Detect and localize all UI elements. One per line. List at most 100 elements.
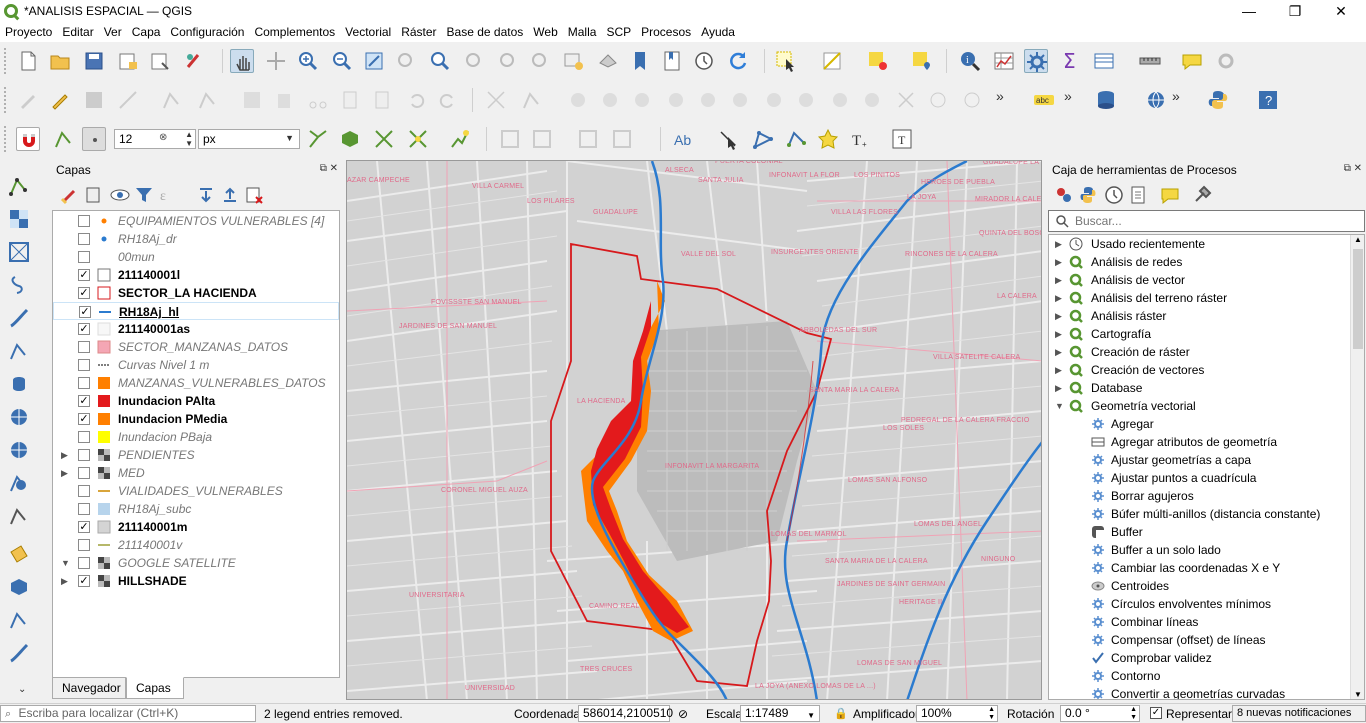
layer-row[interactable]: RH18Aj_dr	[53, 230, 339, 248]
filter-legend-icon[interactable]	[132, 183, 156, 207]
processing-scrollbar[interactable]: ▲ ▼	[1350, 235, 1364, 699]
pan-to-selection-icon[interactable]	[264, 49, 288, 73]
offset-curve-icon[interactable]	[762, 88, 786, 112]
lock-scale-icon[interactable]: 🔒	[834, 707, 848, 720]
layer-row[interactable]: ✓ 211140001m	[53, 518, 339, 536]
pan-map-icon[interactable]	[230, 49, 254, 73]
processing-group[interactable]: ▼ Geometría vectorial	[1049, 397, 1349, 415]
merge-attributes-icon[interactable]	[894, 88, 918, 112]
history-icon[interactable]	[1102, 183, 1126, 207]
label-tool-icon[interactable]: abc	[1032, 88, 1056, 112]
layer-visibility-checkbox[interactable]	[78, 485, 90, 497]
add-gps-layer-icon[interactable]	[7, 306, 31, 330]
layer-row[interactable]: ▼ GOOGLE SATELLITE	[53, 554, 339, 572]
redo-icon[interactable]	[436, 88, 460, 112]
layer-visibility-checkbox[interactable]	[78, 359, 90, 371]
toolbar-grip[interactable]	[4, 48, 8, 74]
menu-malla[interactable]: Malla	[563, 22, 602, 39]
layer-row[interactable]: ▶ MED	[53, 464, 339, 482]
menu-procesos[interactable]: Procesos	[636, 22, 696, 39]
add-wfs-icon[interactable]	[7, 471, 31, 495]
layer-row[interactable]: 00mun	[53, 248, 339, 266]
toolbar-grip[interactable]	[4, 126, 8, 152]
layer-visibility-checkbox[interactable]	[78, 251, 90, 263]
web-plugin-icon[interactable]	[1144, 88, 1168, 112]
spin-arrows-icon[interactable]: ▲ ▼	[185, 130, 193, 148]
remove-layer-icon[interactable]	[242, 183, 266, 207]
layer-row[interactable]: ✓ Inundacion PMedia	[53, 410, 339, 428]
zoom-native-icon[interactable]	[462, 49, 486, 73]
zoom-to-selection-icon[interactable]	[394, 49, 418, 73]
maximize-button[interactable]: ❐	[1272, 1, 1318, 21]
spin-arrows-icon[interactable]: ▲ ▼	[1130, 706, 1137, 722]
add-delimited-text-icon[interactable]	[7, 273, 31, 297]
add-spatialite-icon[interactable]	[7, 339, 31, 363]
layer-row[interactable]: ▶ PENDIENTES	[53, 446, 339, 464]
show-bookmarks-icon[interactable]	[660, 49, 684, 73]
add-virtual-layer-icon[interactable]	[7, 504, 31, 528]
toggle-editing-icon[interactable]	[48, 88, 72, 112]
expand-arrow-icon[interactable]: ▶	[1055, 343, 1062, 361]
layer-visibility-checkbox[interactable]	[78, 233, 90, 245]
new-3d-view-icon[interactable]	[596, 49, 620, 73]
add-vector-layer-icon[interactable]	[7, 174, 31, 198]
rotate-label-icon[interactable]	[784, 127, 808, 151]
zoom-last-icon[interactable]	[496, 49, 520, 73]
layer-row-selected[interactable]: ✓ RH18Aj_hl	[53, 302, 339, 320]
results-viewer-icon[interactable]	[1126, 183, 1150, 207]
merge-features-icon[interactable]	[860, 88, 884, 112]
processing-group[interactable]: ▶ Creación de ráster	[1049, 343, 1349, 361]
processing-algorithm[interactable]: Ajustar geometrías a capa	[1049, 451, 1349, 469]
modify-attributes-icon[interactable]	[196, 88, 220, 112]
open-table-icon[interactable]	[1092, 49, 1116, 73]
snapping-magnet-icon[interactable]	[16, 127, 40, 151]
vertex-tool-icon[interactable]	[160, 88, 184, 112]
intersection-snapping-icon[interactable]	[406, 127, 430, 151]
processing-toolbox-icon[interactable]	[1024, 49, 1048, 73]
expand-arrow-icon[interactable]: ▶	[1055, 379, 1062, 397]
options-icon[interactable]	[1190, 183, 1214, 207]
magnifier-spinbox[interactable]: 100% ▲ ▼	[916, 705, 998, 722]
open-styling-icon[interactable]	[58, 183, 82, 207]
temporal-controller-icon[interactable]	[692, 49, 716, 73]
save-project-icon[interactable]	[82, 49, 106, 73]
new-geopackage-icon[interactable]	[7, 575, 31, 599]
expand-arrow-icon[interactable]: ▶	[1055, 307, 1062, 325]
split-features-icon[interactable]	[794, 88, 818, 112]
new-shapefile-icon[interactable]	[7, 542, 31, 566]
split-parts-icon[interactable]	[828, 88, 852, 112]
menu-vectorial[interactable]: Vectorial	[340, 22, 396, 39]
style-manager-icon[interactable]	[182, 49, 206, 73]
processing-group[interactable]: ▶ Cartografía	[1049, 325, 1349, 343]
processing-group[interactable]: ▶ Análisis del terreno ráster	[1049, 289, 1349, 307]
rotate-point-icon[interactable]	[926, 88, 950, 112]
layer-visibility-checkbox[interactable]	[78, 467, 90, 479]
edit-features-in-place-icon[interactable]	[1158, 183, 1182, 207]
processing-algorithm[interactable]: Comprobar validez	[1049, 649, 1349, 667]
processing-algorithm[interactable]: Agregar atributos de geometría	[1049, 433, 1349, 451]
layer-row[interactable]: RH18Aj_subc	[53, 500, 339, 518]
more-tools-chevron-icon[interactable]: »	[996, 88, 1020, 112]
layer-row[interactable]: MANZANAS_VULNERABLES_DATOS	[53, 374, 339, 392]
zoom-next-icon[interactable]	[528, 49, 552, 73]
layer-visibility-checkbox[interactable]: ✓	[78, 269, 90, 281]
select-location-icon[interactable]	[910, 49, 934, 73]
current-edits-icon[interactable]	[16, 88, 40, 112]
layer-visibility-checkbox[interactable]	[78, 215, 90, 227]
layer-row[interactable]: ✓ Inundacion PAlta	[53, 392, 339, 410]
layer-row[interactable]: Inundacion PBaja	[53, 428, 339, 446]
zoom-out-icon[interactable]	[330, 49, 354, 73]
processing-algorithm[interactable]: Centroides	[1049, 577, 1349, 595]
zoom-in-icon[interactable]	[296, 49, 320, 73]
map-tips-icon[interactable]	[1180, 49, 1204, 73]
processing-algorithm[interactable]: Buffer	[1049, 523, 1349, 541]
cut-features-icon[interactable]	[306, 88, 330, 112]
ellipse-tool-icon[interactable]	[610, 127, 634, 151]
paste-features-icon[interactable]	[370, 88, 394, 112]
layer-labeling-icon[interactable]: Ab	[672, 127, 696, 151]
menu-proyecto[interactable]: Proyecto	[0, 22, 57, 39]
copy-features-icon[interactable]	[338, 88, 362, 112]
render-checkbox[interactable]: ✓	[1150, 707, 1162, 719]
snapping-unit-select[interactable]: px ▼	[198, 129, 300, 149]
add-postgis-icon[interactable]	[7, 372, 31, 396]
